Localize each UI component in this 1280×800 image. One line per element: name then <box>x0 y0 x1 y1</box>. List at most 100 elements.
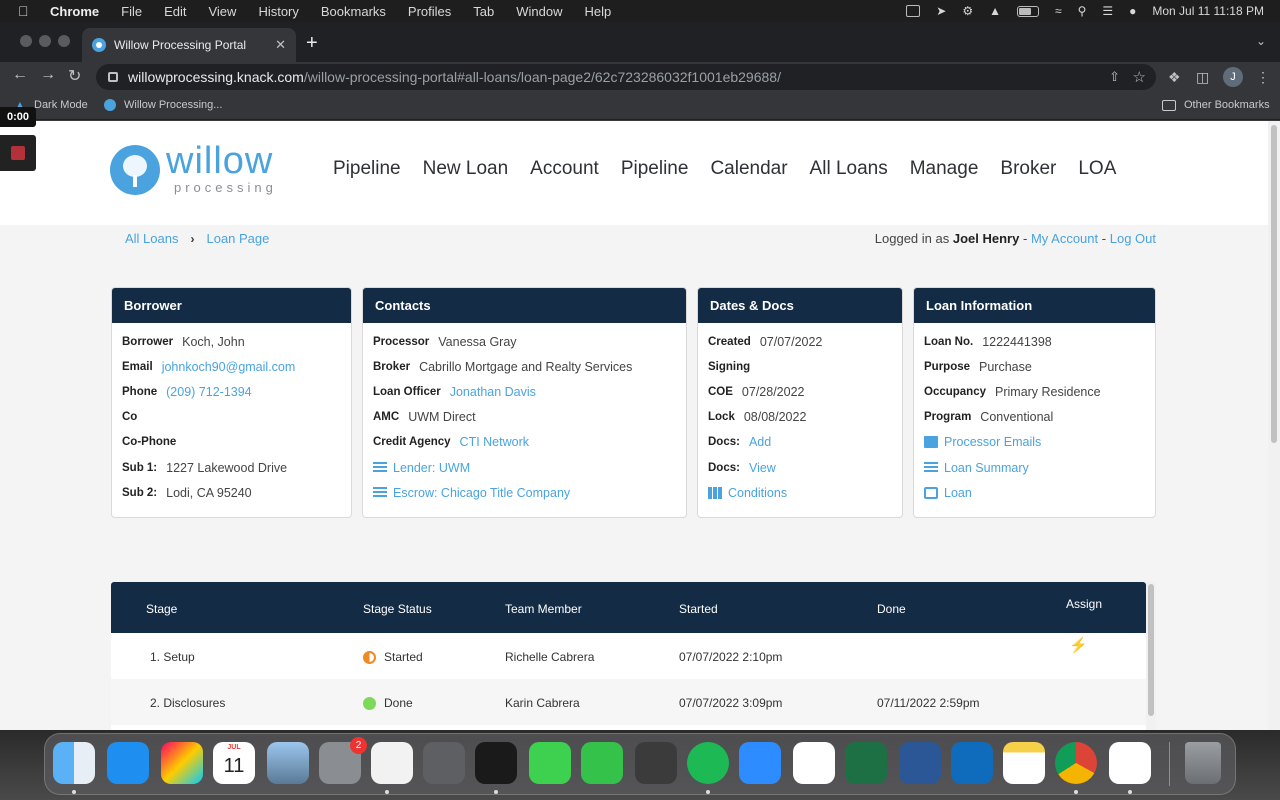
facetime-icon[interactable] <box>581 742 623 784</box>
email-link[interactable]: johnkoch90@gmail.com <box>162 360 296 374</box>
willow-logo[interactable]: willow processing <box>110 142 277 195</box>
messages-icon[interactable] <box>529 742 571 784</box>
status-gear-icon[interactable]: ⚙ <box>962 4 973 18</box>
col-stage[interactable]: Stage <box>146 602 177 616</box>
col-stage-status[interactable]: Stage Status <box>363 602 432 616</box>
menu-view[interactable]: View <box>208 4 236 19</box>
table-scrollbar[interactable] <box>1146 582 1156 730</box>
calculator-icon[interactable] <box>423 742 465 784</box>
reload-icon[interactable]: ↻ <box>68 66 81 86</box>
tab-close-icon[interactable]: ✕ <box>275 37 286 53</box>
assign-bolt-icon[interactable]: ⚡ <box>1069 636 1088 654</box>
chrome-icon[interactable] <box>1055 742 1097 784</box>
nav-pipeline[interactable]: Pipeline <box>333 158 401 180</box>
share-icon[interactable]: ⇧ <box>1109 69 1120 85</box>
col-started[interactable]: Started <box>679 602 718 616</box>
col-team-member[interactable]: Team Member <box>505 602 582 616</box>
word-icon[interactable] <box>899 742 941 784</box>
nav-new-loan[interactable]: New Loan <box>423 158 509 180</box>
nav-calendar[interactable]: Calendar <box>710 158 787 180</box>
menu-file[interactable]: File <box>121 4 142 19</box>
nav-manage[interactable]: Manage <box>910 158 979 180</box>
slack-icon[interactable] <box>1109 742 1151 784</box>
status-rocket-icon[interactable]: ➤ <box>936 4 946 18</box>
sublime-icon[interactable] <box>635 742 677 784</box>
status-app-icon[interactable] <box>906 5 921 17</box>
system-preferences-icon[interactable]: 2 <box>319 737 367 784</box>
finder-icon[interactable] <box>53 742 95 784</box>
docs-add-link[interactable]: Add <box>749 435 771 449</box>
chrome-menu-icon[interactable]: ⋮ <box>1256 69 1270 86</box>
other-bookmarks-folder[interactable]: Other Bookmarks <box>1162 99 1270 111</box>
menu-tab[interactable]: Tab <box>473 4 494 19</box>
nav-broker[interactable]: Broker <box>1000 158 1056 180</box>
browser-tab-active[interactable]: Willow Processing Portal ✕ <box>82 28 296 62</box>
textedit-icon[interactable] <box>371 742 413 784</box>
docs-view-link[interactable]: View <box>749 461 776 475</box>
status-malwarebytes-icon[interactable]: ▲ <box>989 4 1001 18</box>
menu-bookmarks[interactable]: Bookmarks <box>321 4 386 19</box>
loan-officer-link[interactable]: Jonathan Davis <box>450 385 536 399</box>
excel-icon[interactable] <box>845 742 887 784</box>
my-account-link[interactable]: My Account <box>1031 231 1098 246</box>
menu-edit[interactable]: Edit <box>164 4 186 19</box>
page-scrollbar[interactable] <box>1268 121 1280 730</box>
acrobat-icon[interactable] <box>475 742 517 784</box>
lender-link[interactable]: Lender: UWM <box>373 455 676 480</box>
back-icon[interactable]: ← <box>12 66 28 84</box>
battery-icon[interactable] <box>1016 5 1039 17</box>
powerpoint-icon[interactable] <box>793 742 835 784</box>
col-done[interactable]: Done <box>877 602 906 616</box>
cell-stage[interactable]: 1. Setup <box>150 650 195 664</box>
bookmark-willow-processing[interactable]: Willow Processing... <box>104 99 222 111</box>
menu-history[interactable]: History <box>258 4 298 19</box>
menu-help[interactable]: Help <box>585 4 612 19</box>
menubar-clock[interactable]: Mon Jul 11 11:18 PM <box>1152 4 1264 18</box>
breadcrumb-all-loans[interactable]: All Loans <box>125 231 178 246</box>
escrow-link[interactable]: Escrow: Chicago Title Company <box>373 480 676 505</box>
launchpad-icon[interactable] <box>161 742 203 784</box>
address-bar[interactable]: willowprocessing.knack.com /willow-proce… <box>96 64 1156 90</box>
spotlight-search-icon[interactable]: ⚲ <box>1078 4 1087 18</box>
table-scroll-thumb[interactable] <box>1148 584 1154 716</box>
window-close-button[interactable] <box>20 35 32 47</box>
apple-menu-icon[interactable]:  <box>18 3 34 19</box>
outlook-icon[interactable] <box>951 742 993 784</box>
extensions-puzzle-icon[interactable]: ❖ <box>1168 69 1181 86</box>
new-tab-icon[interactable]: + <box>306 33 318 53</box>
preview-icon[interactable] <box>267 742 309 784</box>
zoom-icon[interactable] <box>739 742 781 784</box>
control-center-icon[interactable]: ☰ <box>1102 4 1113 18</box>
bookmark-star-icon[interactable]: ☆ <box>1133 68 1146 86</box>
menu-profiles[interactable]: Profiles <box>408 4 451 19</box>
lock-icon[interactable] <box>108 72 118 82</box>
app-store-icon[interactable] <box>107 742 149 784</box>
spotify-icon[interactable] <box>687 742 729 784</box>
wifi-icon[interactable]: ≈ <box>1055 4 1062 18</box>
credit-agency-link[interactable]: CTI Network <box>460 435 529 449</box>
tab-search-chevron-icon[interactable]: ⌄ <box>1256 34 1266 48</box>
side-panel-icon[interactable]: ◫ <box>1196 69 1209 86</box>
nav-pipeline-2[interactable]: Pipeline <box>621 158 689 180</box>
processor-emails-link[interactable]: Processor Emails <box>924 430 1145 455</box>
log-out-link[interactable]: Log Out <box>1110 231 1156 246</box>
window-zoom-button[interactable] <box>58 35 70 47</box>
notes-icon[interactable] <box>1003 742 1045 784</box>
forward-icon[interactable]: → <box>40 66 56 84</box>
calendar-icon[interactable]: JUL 11 <box>213 742 255 784</box>
recorder-stop-button[interactable] <box>0 135 36 171</box>
phone-link[interactable]: (209) 712-1394 <box>166 385 251 399</box>
nav-all-loans[interactable]: All Loans <box>810 158 888 180</box>
menu-window[interactable]: Window <box>516 4 562 19</box>
loan-edit-link[interactable]: Loan <box>924 480 1145 505</box>
page-scroll-thumb[interactable] <box>1271 125 1277 443</box>
loan-summary-link[interactable]: Loan Summary <box>924 455 1145 480</box>
profile-avatar[interactable]: J <box>1223 67 1243 87</box>
window-minimize-button[interactable] <box>39 35 51 47</box>
cell-stage[interactable]: 2. Disclosures <box>150 696 225 710</box>
breadcrumb-loan-page[interactable]: Loan Page <box>206 231 269 246</box>
trash-icon[interactable] <box>1185 742 1221 784</box>
nav-loa[interactable]: LOA <box>1078 158 1116 180</box>
siri-icon[interactable]: ● <box>1129 4 1136 18</box>
conditions-link[interactable]: Conditions <box>708 480 892 505</box>
